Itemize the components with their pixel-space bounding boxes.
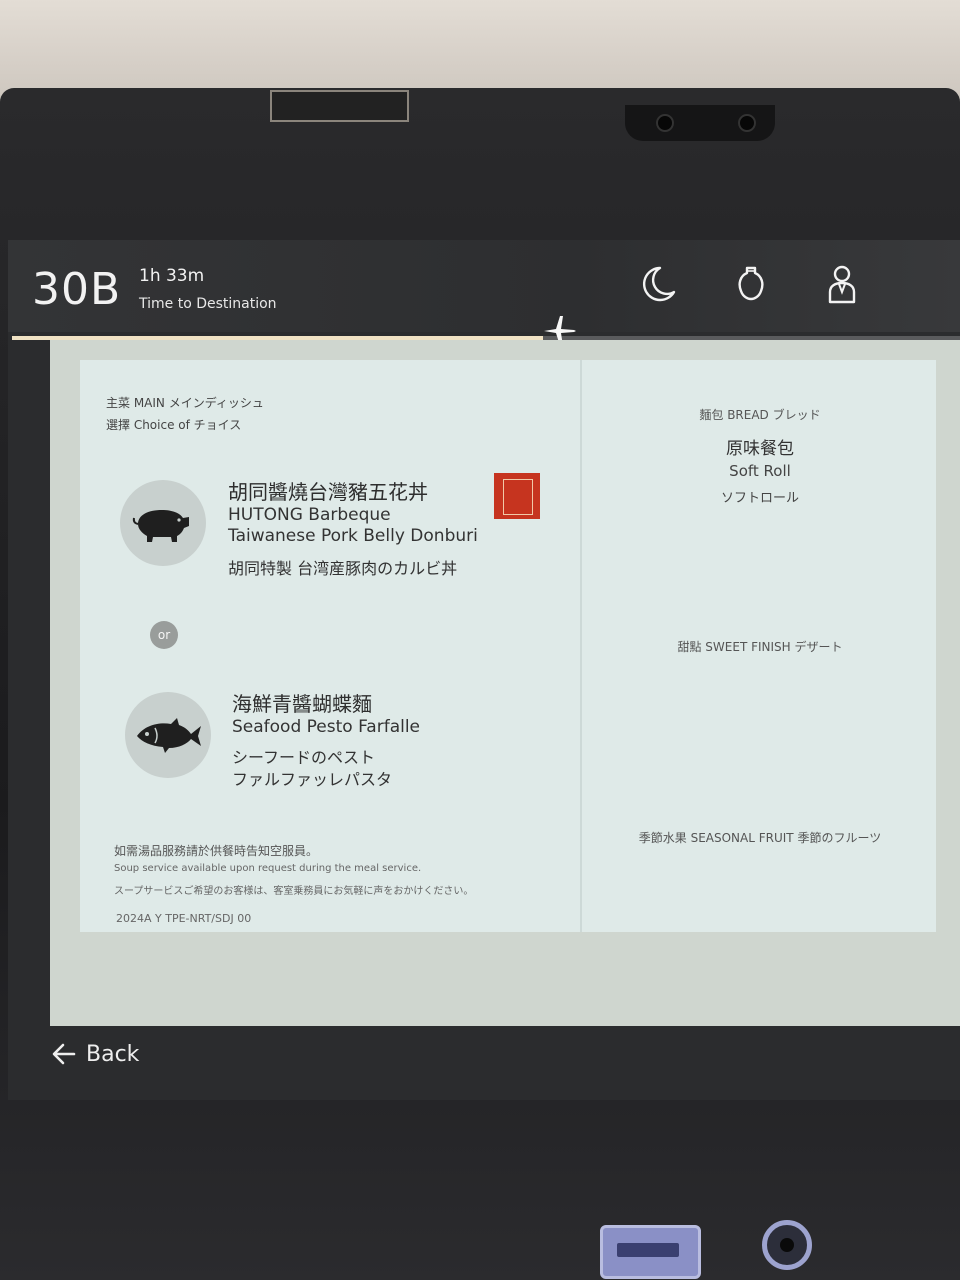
usb-port bbox=[600, 1225, 701, 1279]
dish-1-name-zh: 胡同醬燒台灣豬五花丼 bbox=[228, 480, 428, 504]
dish-2-name-zh: 海鮮青醬蝴蝶麵 bbox=[232, 692, 372, 716]
bread-heading: 麵包 BREAD ブレッド bbox=[699, 408, 821, 422]
camera-lens bbox=[656, 114, 674, 132]
arrow-left-icon bbox=[52, 1043, 76, 1065]
pig-icon bbox=[132, 510, 189, 542]
fish-icon bbox=[137, 718, 201, 753]
bread-name-zh: 原味餐包 bbox=[726, 439, 794, 459]
choice-subheading: 選擇 Choice of チョイス bbox=[106, 418, 242, 432]
bread-name-en: Soft Roll bbox=[729, 462, 791, 480]
seat-number: 30B bbox=[32, 264, 122, 315]
headrest-clip bbox=[270, 90, 409, 122]
camera-lens bbox=[738, 114, 756, 132]
dessert-heading: 甜點 SWEET FINISH デザート bbox=[677, 640, 843, 654]
fruit-heading: 季節水果 SEASONAL FRUIT 季節のフルーツ bbox=[638, 831, 882, 845]
headphone-jack bbox=[762, 1220, 812, 1270]
cabin-ceiling bbox=[0, 0, 960, 95]
dish-icon-circle bbox=[125, 692, 211, 778]
time-label: Time to Destination bbox=[139, 296, 277, 312]
entertainment-screen: 30B 1h 33m Time to Destination 主菜 MAIN メ… bbox=[8, 240, 960, 1100]
dish-1-name-en: HUTONG Barbeque bbox=[228, 505, 391, 525]
bread-name-ja: ソフトロール bbox=[720, 491, 799, 506]
time-remaining: 1h 33m bbox=[139, 266, 205, 286]
main-course-heading: 主菜 MAIN メインディッシュ bbox=[106, 396, 264, 410]
attendant-call-icon[interactable] bbox=[822, 262, 862, 306]
dish-icon-circle bbox=[120, 480, 206, 566]
dish-2-name-ja-line2: ファルファッレパスタ bbox=[232, 770, 393, 789]
meal-menu-card: 主菜 MAIN メインディッシュ 選擇 Choice of チョイス 胡同醬燒台… bbox=[80, 360, 936, 932]
column-divider bbox=[580, 360, 582, 932]
moon-icon[interactable] bbox=[638, 262, 678, 306]
dish-1-name-en-line2: Taiwanese Pork Belly Donburi bbox=[228, 526, 478, 546]
soup-note-en: Soup service available upon request duri… bbox=[114, 863, 422, 874]
restaurant-logo-badge bbox=[494, 473, 540, 519]
menu-code: 2024A Y TPE-NRT/SDJ 00 bbox=[116, 912, 252, 925]
back-label: Back bbox=[86, 1041, 140, 1067]
status-bar: 30B 1h 33m Time to Destination bbox=[8, 240, 960, 332]
dish-1-name-ja: 胡同特製 台湾産豚肉のカルビ丼 bbox=[228, 559, 458, 578]
or-badge: or bbox=[150, 621, 178, 649]
soup-note-zh: 如需湯品服務請於供餐時告知空服員。 bbox=[114, 844, 319, 858]
back-button[interactable]: Back bbox=[50, 1036, 139, 1072]
dish-2-name-ja: シーフードのペスト bbox=[232, 748, 376, 767]
dish-2-name-en: Seafood Pesto Farfalle bbox=[232, 717, 421, 737]
soup-note-ja: スープサービスご希望のお客様は、客室乗務員にお気軽に声をおかけください。 bbox=[114, 886, 474, 897]
light-bulb-icon[interactable] bbox=[731, 262, 771, 306]
